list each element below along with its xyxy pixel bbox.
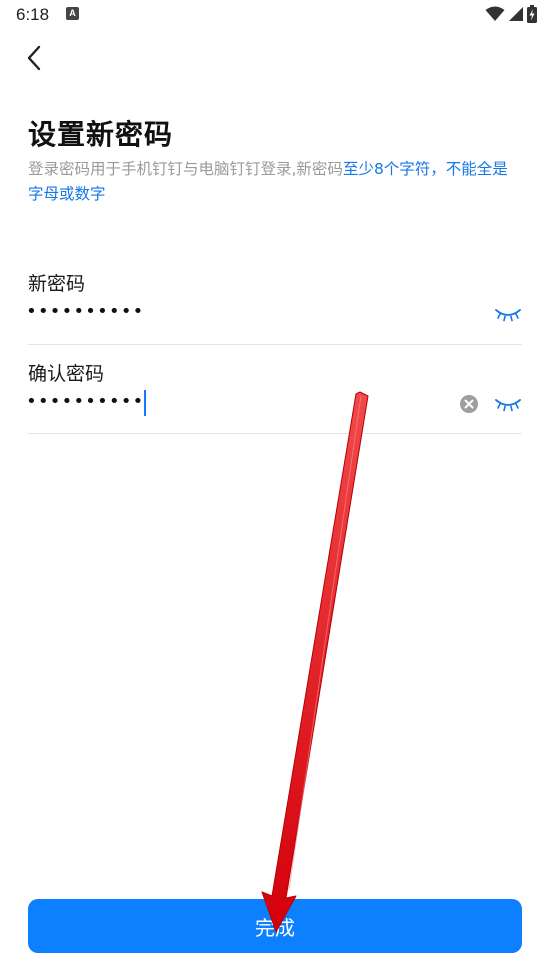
chevron-left-icon	[27, 45, 41, 71]
status-bar: 6:18 A	[0, 0, 551, 30]
password-hint: 登录密码用于手机钉钉与电脑钉钉登录,新密码至少8个字符，不能全是字母或数字	[28, 157, 518, 207]
back-button[interactable]	[16, 40, 52, 76]
clear-icon[interactable]	[459, 394, 479, 414]
battery-charging-icon	[527, 5, 537, 23]
confirm-password-field[interactable]: ••••••••••	[26, 391, 144, 412]
hint-text: 登录密码用于手机钉钉与电脑钉钉登录,新密码	[28, 160, 343, 178]
status-time: 6:18	[16, 5, 50, 24]
eye-closed-icon[interactable]	[494, 306, 522, 322]
page-title: 设置新密码	[28, 118, 174, 151]
confirm-password-label: 确认密码	[28, 363, 105, 385]
new-password-field[interactable]: ••••••••••	[26, 301, 144, 322]
wifi-icon	[485, 6, 505, 21]
divider	[28, 344, 522, 345]
status-icons	[485, 4, 537, 24]
text-caret	[144, 390, 146, 416]
done-button[interactable]: 完成	[28, 899, 522, 953]
signal-icon	[509, 7, 523, 21]
new-password-label: 新密码	[28, 273, 86, 295]
eye-closed-icon[interactable]	[494, 396, 522, 412]
a-badge-icon: A	[66, 7, 79, 20]
divider	[28, 433, 522, 434]
